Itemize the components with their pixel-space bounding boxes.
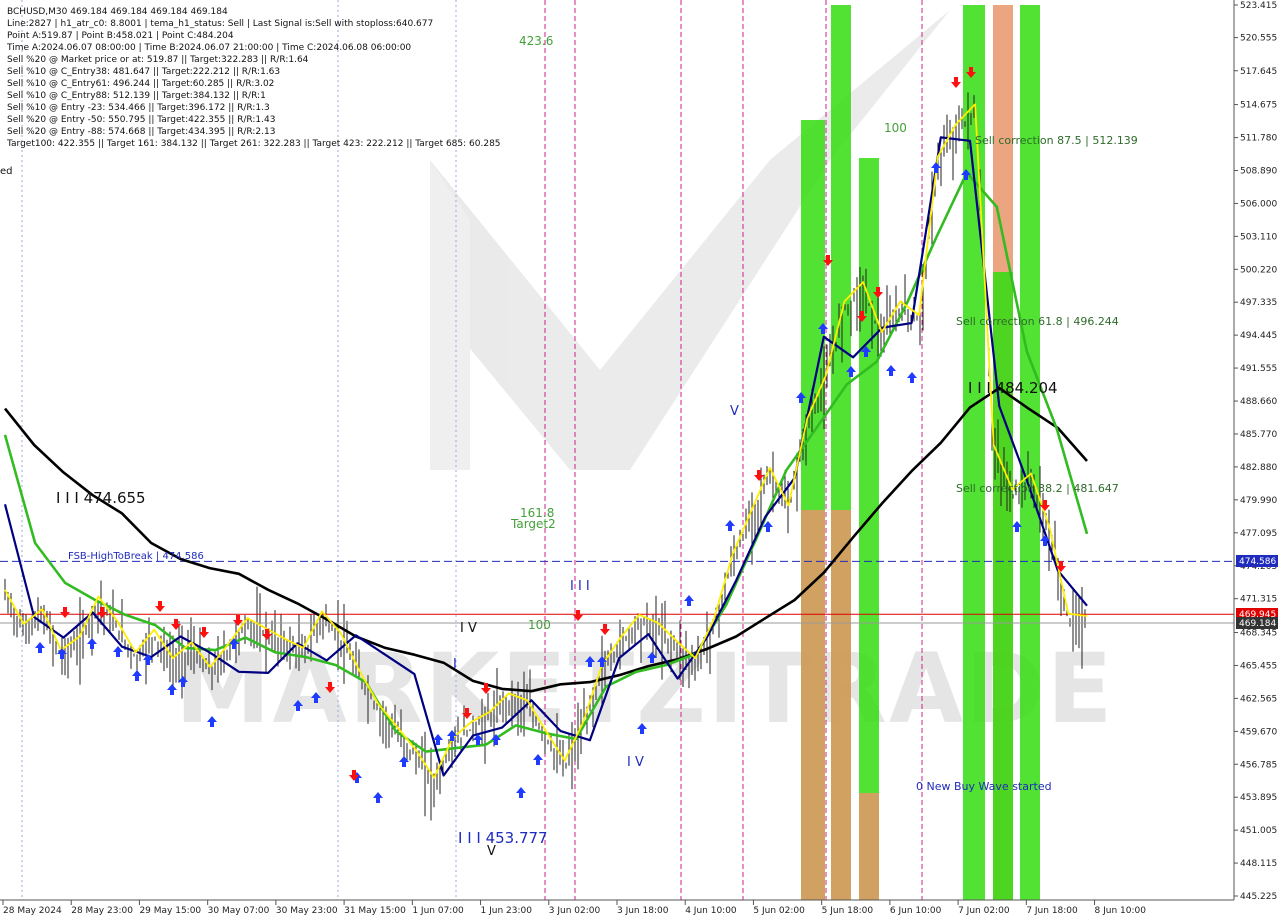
- point-453-label: I I I 453.777: [458, 829, 548, 847]
- stray-label: ed: [0, 166, 13, 177]
- price-tag-current: 469.184: [1236, 617, 1278, 629]
- y-tick-label: 465.455: [1240, 661, 1277, 671]
- y-tick-label: 468.345: [1240, 629, 1277, 639]
- signal-bar: [859, 158, 879, 900]
- x-tick-label: 8 Jun 10:00: [1095, 906, 1147, 916]
- buy-wave-label: 0 New Buy Wave started: [916, 780, 1052, 793]
- y-tick-label: 451.005: [1240, 826, 1277, 836]
- signal-bar: [859, 793, 879, 900]
- y-tick-label: 477.095: [1240, 529, 1277, 539]
- x-tick-label: 28 May 2024: [3, 906, 62, 916]
- y-tick-label: 462.565: [1240, 694, 1277, 704]
- y-tick-label: 448.115: [1240, 859, 1277, 869]
- point-484-label: I I I 484.204: [968, 379, 1058, 397]
- x-tick-label: 6 Jun 10:00: [890, 906, 942, 916]
- info-line: Sell %10 @ C_Entry61: 496.244 || Target:…: [7, 79, 274, 89]
- y-tick-label: 471.315: [1240, 595, 1277, 605]
- fib-100-low-label: 100: [528, 618, 551, 632]
- x-tick-label: 28 May 23:00: [71, 906, 133, 916]
- info-line: Point A:519.87 | Point B:458.021 | Point…: [7, 31, 234, 41]
- info-line: Line:2827 | h1_atr_c0: 8.8001 | tema_h1_…: [7, 19, 433, 29]
- y-tick-label: 520.555: [1240, 34, 1277, 44]
- y-tick-label: 500.220: [1240, 265, 1277, 275]
- x-tick-label: 7 Jun 02:00: [958, 906, 1010, 916]
- y-tick-label: 488.660: [1240, 397, 1277, 407]
- y-tick-label: 479.990: [1240, 496, 1277, 506]
- y-tick-label: 514.675: [1240, 101, 1277, 111]
- y-tick-label: 523.415: [1240, 1, 1277, 11]
- info-line: Time A:2024.06.07 08:00:00 | Time B:2024…: [6, 43, 411, 53]
- trading-chart[interactable]: MARKETZITRADE FSB-HighToBreak | 474.586 …: [0, 0, 1280, 920]
- x-tick-label: 3 Jun 18:00: [617, 906, 669, 916]
- signal-bar: [993, 272, 1013, 900]
- point-474-label: I I I 474.655: [56, 489, 146, 507]
- wave-iv-low-label: I V: [627, 755, 644, 770]
- info-line: Sell %10 @ C_Entry38: 481.647 || Target:…: [7, 67, 280, 77]
- y-tick-label: 497.335: [1240, 298, 1277, 308]
- wave-i-label: I: [453, 657, 457, 672]
- y-tick-label: 485.770: [1240, 430, 1277, 440]
- y-tick-label: 508.890: [1240, 167, 1277, 177]
- x-tick-label: 30 May 23:00: [276, 906, 338, 916]
- signal-bar: [801, 510, 825, 900]
- price-tag-fsb: 474.586: [1236, 555, 1278, 567]
- info-line: Sell %10 @ Entry -23: 534.466 || Target:…: [7, 103, 270, 113]
- y-tick-label: 491.555: [1240, 364, 1277, 374]
- info-line: BCHUSD,M30 469.184 469.184 469.184 469.1…: [7, 7, 228, 17]
- wave-v-label: V: [730, 404, 739, 419]
- info-line: Sell %20 @ Entry -88: 574.668 || Target:…: [7, 127, 275, 137]
- signal-bar: [831, 510, 851, 900]
- svg-text:469.184: 469.184: [1239, 619, 1276, 629]
- x-tick-label: 30 May 07:00: [208, 906, 270, 916]
- target2-label: Target2: [510, 517, 556, 531]
- x-tick-label: 31 May 15:00: [344, 906, 406, 916]
- correction-875-label: Sell correction 87.5 | 512.139: [975, 134, 1138, 147]
- fib-100-high-label: 100: [884, 121, 907, 135]
- wave-v-low-label: V: [487, 844, 496, 859]
- fib-4236-label: 423.6: [519, 34, 553, 48]
- chart-canvas[interactable]: MARKETZITRADE FSB-HighToBreak | 474.586 …: [0, 0, 1280, 920]
- info-line: Sell %20 @ Market price or at: 519.87 ||…: [7, 55, 309, 65]
- wave-iv-label: I V: [460, 621, 477, 636]
- y-tick-label: 456.785: [1240, 760, 1277, 770]
- x-tick-label: 7 Jun 18:00: [1026, 906, 1078, 916]
- y-tick-label: 459.670: [1240, 727, 1277, 737]
- y-tick-label: 511.780: [1240, 134, 1277, 144]
- info-line: Sell %10 @ C_Entry88: 512.139 || Target:…: [7, 91, 266, 101]
- y-tick-label: 494.445: [1240, 331, 1277, 341]
- correction-382-label: Sell correction 38.2 | 481.647: [956, 482, 1119, 495]
- x-tick-label: 4 Jun 10:00: [685, 906, 737, 916]
- x-tick-label: 5 Jun 02:00: [753, 906, 805, 916]
- wave-iii-label: I I I: [570, 579, 590, 594]
- x-tick-label: 1 Jun 07:00: [412, 906, 464, 916]
- fsb-label: FSB-HighToBreak | 474.586: [68, 551, 204, 562]
- y-tick-label: 453.895: [1240, 793, 1277, 803]
- info-line: Target100: 422.355 || Target 161: 384.13…: [6, 139, 501, 149]
- y-tick-label: 482.880: [1240, 463, 1277, 473]
- info-line: Sell %20 @ Entry -50: 550.795 || Target:…: [7, 115, 275, 125]
- correction-618-label: Sell correction 61.8 | 496.244: [956, 315, 1119, 328]
- y-tick-label: 517.645: [1240, 67, 1277, 77]
- x-tick-label: 1 Jun 23:00: [481, 906, 533, 916]
- y-tick-label: 503.110: [1240, 232, 1277, 242]
- x-tick-label: 29 May 15:00: [139, 906, 201, 916]
- svg-text:474.586: 474.586: [1239, 557, 1276, 567]
- x-tick-label: 5 Jun 18:00: [822, 906, 874, 916]
- y-tick-label: 445.225: [1240, 892, 1277, 902]
- x-tick-label: 3 Jun 02:00: [549, 906, 601, 916]
- y-tick-label: 506.000: [1240, 199, 1277, 209]
